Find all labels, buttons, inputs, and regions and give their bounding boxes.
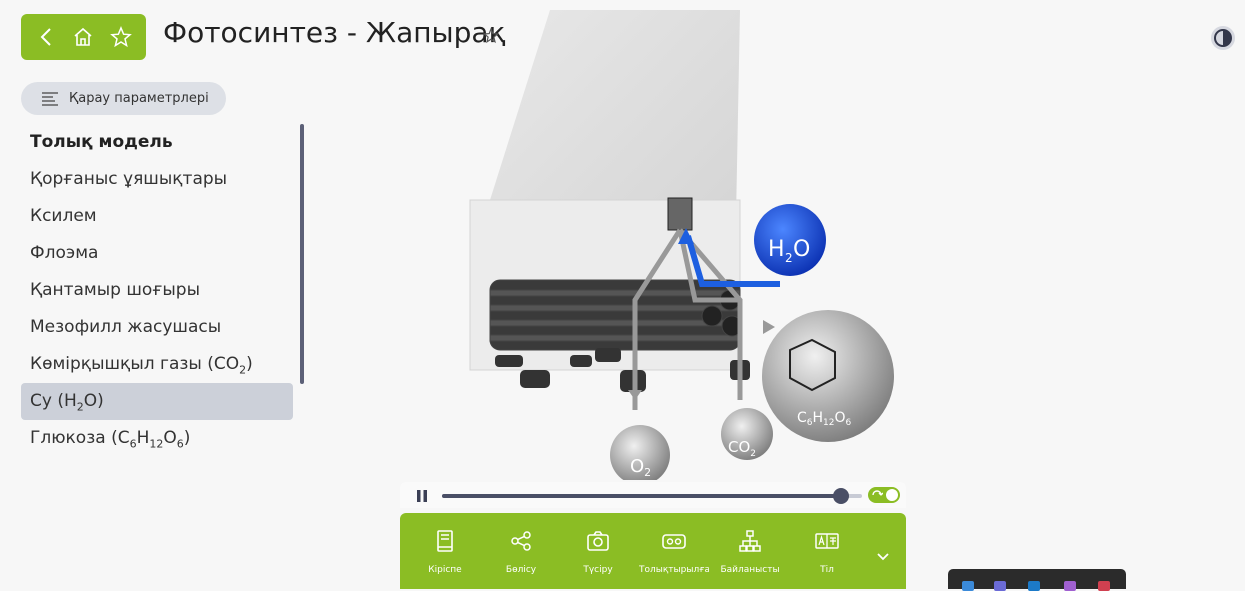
home-icon bbox=[74, 27, 93, 46]
progress-fill bbox=[442, 494, 841, 498]
layer-item-mesophyll-cell[interactable]: Мезофилл жасушасы bbox=[21, 309, 293, 346]
view-params-label: Қарау параметрлері bbox=[69, 91, 209, 106]
contrast-icon[interactable] bbox=[1208, 23, 1238, 53]
leaf-3d-model[interactable]: H 2 O C6H12O6 CO2 O2 bbox=[440, 0, 920, 480]
chevron-left-icon bbox=[40, 28, 51, 46]
loop-icon bbox=[872, 490, 883, 496]
hierarchy-icon bbox=[739, 530, 761, 552]
share-button[interactable]: Бөлісу bbox=[486, 513, 556, 589]
book-icon bbox=[437, 530, 453, 552]
layer-item-vascular-bundle[interactable]: Қантамыр шоғыры bbox=[21, 272, 293, 309]
view-params-button[interactable]: Қарау параметрлері bbox=[21, 82, 226, 115]
animation-player bbox=[400, 482, 906, 508]
language-icon bbox=[815, 533, 839, 549]
menu-lines-icon bbox=[42, 91, 58, 106]
h2o-molecule bbox=[754, 204, 826, 276]
bottom-toolbar: Кіріспе Бөлісу Түсіру Толықтырылған шынд… bbox=[400, 513, 906, 589]
loop-toggle[interactable] bbox=[868, 487, 900, 503]
progress-track[interactable] bbox=[442, 488, 862, 504]
ar-button[interactable]: Толықтырылған шындық bbox=[639, 513, 709, 589]
vr-glasses-icon bbox=[662, 534, 686, 549]
capture-button[interactable]: Түсіру bbox=[563, 513, 633, 589]
layer-item-phloem[interactable]: Флоэма bbox=[21, 235, 293, 272]
app-icon[interactable] bbox=[962, 581, 974, 591]
nav-button-group bbox=[21, 14, 146, 60]
layer-item-full-model[interactable]: Толық модель bbox=[21, 124, 293, 161]
star-icon bbox=[110, 26, 133, 48]
layer-item-glucose[interactable]: Глюкоза (C6H12O6) bbox=[21, 420, 293, 457]
pause-icon[interactable] bbox=[416, 490, 428, 502]
back-button[interactable] bbox=[31, 22, 61, 52]
app-icon[interactable] bbox=[1028, 581, 1040, 591]
app-icon[interactable] bbox=[994, 581, 1006, 591]
svg-text:H: H bbox=[768, 237, 785, 262]
intro-button[interactable]: Кіріспе bbox=[410, 513, 480, 589]
share-icon bbox=[511, 531, 531, 551]
layer-item-xylem[interactable]: Ксилем bbox=[21, 198, 293, 235]
vascular-bundle bbox=[489, 279, 743, 351]
layer-item-water[interactable]: Су (H2O) bbox=[21, 383, 293, 420]
svg-text:O: O bbox=[793, 237, 810, 262]
layer-item-guard-cells[interactable]: Қорғаныс ұяшықтары bbox=[21, 161, 293, 198]
home-button[interactable] bbox=[68, 22, 98, 52]
stoma-node bbox=[667, 197, 693, 231]
app-icon[interactable] bbox=[1064, 581, 1076, 591]
language-button[interactable]: Тіл bbox=[792, 513, 862, 589]
svg-text:2: 2 bbox=[785, 251, 793, 265]
favorite-button[interactable] bbox=[106, 22, 136, 52]
layer-list: Толық модель Қорғаныс ұяшықтары Ксилем Ф… bbox=[21, 124, 293, 457]
related-button[interactable]: Байланысты bbox=[715, 513, 785, 589]
chevron-down-icon[interactable] bbox=[876, 549, 890, 563]
camera-icon bbox=[587, 531, 609, 551]
loop-toggle-knob bbox=[886, 489, 898, 501]
layer-list-scrollbar[interactable] bbox=[300, 124, 304, 384]
progress-thumb[interactable] bbox=[833, 488, 849, 504]
os-taskbar bbox=[948, 569, 1126, 591]
layer-item-co2[interactable]: Көмірқышқыл газы (CO2) bbox=[21, 346, 293, 383]
app-icon[interactable] bbox=[1098, 581, 1110, 591]
